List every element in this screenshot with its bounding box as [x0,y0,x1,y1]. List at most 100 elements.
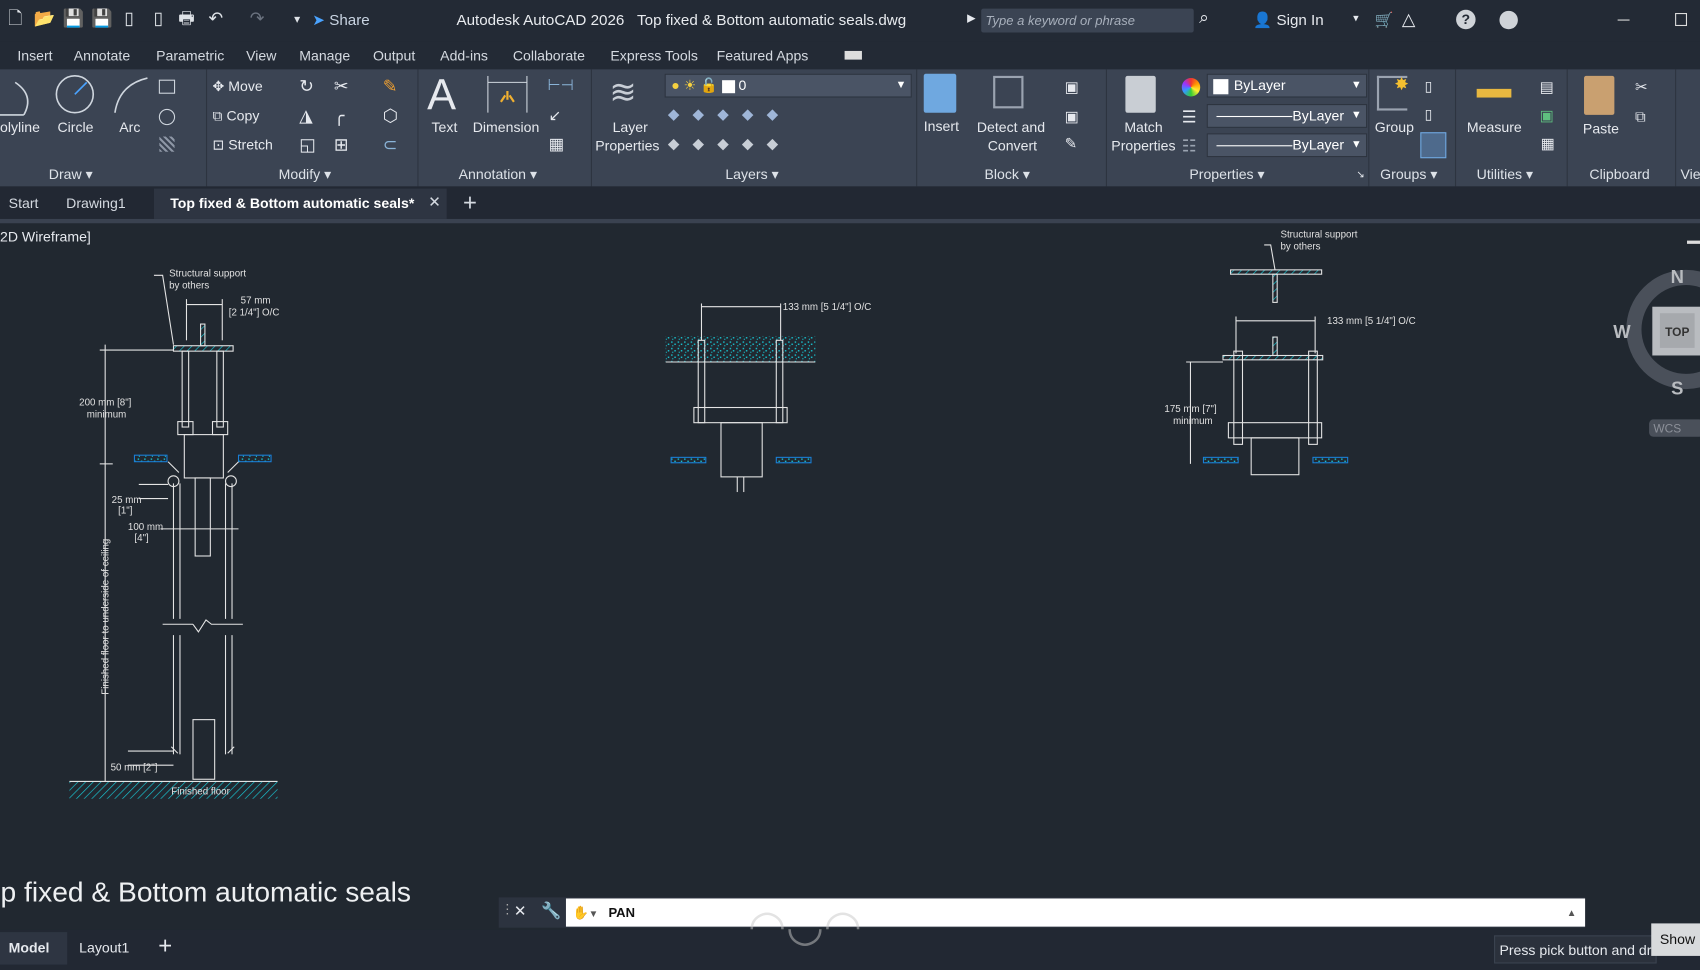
group-edit-icon[interactable]: ▯ [1425,106,1433,123]
block-panel-title[interactable]: Block ▾ [984,166,1029,183]
undo-icon[interactable]: ↶ [206,10,226,30]
layers-panel-title[interactable]: Layers ▾ [725,166,778,183]
tab-featured-apps[interactable]: Featured Apps [717,48,809,64]
properties-launcher-icon[interactable]: ↘ [1356,169,1364,181]
group-button[interactable]: Group [1375,119,1414,135]
scale-icon[interactable]: ◱ [299,134,315,156]
polyline-button[interactable]: olyline [0,119,40,135]
clipboard-panel-title[interactable]: Clipboard [1589,166,1649,182]
layer-tools-row-2[interactable]: ◆◆◆◆◆ [668,134,791,152]
new-tab-button[interactable]: + [463,189,477,217]
modify-panel-title[interactable]: Modify ▾ [279,166,332,183]
save-as-icon[interactable]: 💾 [91,10,113,30]
tab-express-tools[interactable]: Express Tools [610,48,697,64]
text-button[interactable]: Text [432,119,458,135]
recent-commands-icon[interactable]: ▼ [589,908,599,919]
close-command-icon[interactable]: ✕ [514,902,527,920]
sign-in-button[interactable]: 👤 Sign In [1253,11,1323,29]
command-history-icon[interactable]: ▲ [1567,898,1577,926]
groups-panel-title[interactable]: Groups ▾ [1380,166,1437,183]
expand-icon[interactable]: ▶ [967,13,975,25]
open-mobile-icon[interactable]: ▯ [119,10,139,30]
ungroup-icon[interactable]: ▯ [1425,78,1433,95]
tab-insert[interactable]: Insert [17,48,52,64]
view-panel-title[interactable]: Vie [1681,166,1700,182]
share-button[interactable]: ➤ Share [312,11,369,29]
plot-icon[interactable]: 🖶 [177,10,197,30]
tab-annotate[interactable]: Annotate [74,48,130,64]
edit-block-icon[interactable]: ▣ [1065,107,1079,125]
explode-icon[interactable]: ⬡ [383,105,398,127]
move-button[interactable]: ✥ Move [213,78,263,95]
tab-start[interactable]: Start [9,195,39,211]
layer-properties-button[interactable]: Layer [613,119,648,135]
tab-manage[interactable]: Manage [299,48,350,64]
offset-icon[interactable]: ⊂ [383,134,398,156]
array-icon[interactable]: ⊞ [334,134,349,156]
text-icon[interactable]: A [427,72,456,121]
table-icon[interactable]: ▦ [549,134,564,153]
layer-dropdown[interactable]: ● ☀ 🔓 0 ▼ [664,73,912,98]
utilities-panel-title[interactable]: Utilities ▾ [1477,166,1533,183]
group-selection-toggle[interactable] [1420,132,1447,159]
viewcube[interactable]: TOP N S W WCS [1613,240,1700,437]
cart-icon[interactable]: 🛒 [1375,11,1394,29]
customize-qat-icon[interactable]: ▾ [287,10,307,30]
tab-model[interactable]: Model [9,940,50,956]
edit-attributes-icon[interactable]: ✎ [1065,134,1078,152]
properties-panel-title[interactable]: Properties ▾ [1189,166,1264,183]
tab-active-drawing[interactable]: Top fixed & Bottom automatic seals* [170,195,414,211]
show-button[interactable]: Show [1651,923,1700,956]
command-input[interactable]: ✋▼ PAN ▲ [565,898,1586,927]
add-layout-button[interactable]: + [158,932,172,960]
color-dropdown[interactable]: ByLayer ▼ [1206,73,1368,98]
leader-icon[interactable]: ↙ [549,106,562,124]
customize-wrench-icon[interactable]: 🔧 [541,901,561,920]
select-all-icon[interactable]: ▣ [1540,106,1554,124]
match-properties-button[interactable]: Match [1124,119,1162,135]
dimension-button[interactable]: Dimension [473,119,540,135]
tab-layout1[interactable]: Layout1 [79,940,129,956]
detect-convert-button[interactable]: Detect and [977,119,1045,135]
save-icon[interactable]: 💾 [63,10,85,30]
lineweight-dropdown[interactable]: ByLayer ▼ [1206,104,1368,128]
trim-icon[interactable]: ✂ [334,76,349,98]
quick-select-icon[interactable]: ▤ [1540,78,1554,96]
stretch-button[interactable]: ⊡ Stretch [213,137,273,154]
search-input[interactable]: Type a keyword or phrase [981,8,1194,33]
circle-button[interactable]: Circle [57,119,93,135]
sign-in-dropdown-icon[interactable]: ▾ [1353,13,1358,25]
draw-panel-title[interactable]: Draw ▾ [49,166,93,183]
calculator-icon[interactable]: ▦ [1541,134,1555,152]
copy-clip-icon[interactable]: ⧉ [1635,107,1646,125]
layer-tools-row-1[interactable]: ◆◆◆◆◆ [668,105,791,123]
open-file-icon[interactable]: 📂 [34,10,56,30]
minimize-button[interactable] [1617,19,1630,21]
tab-add-ins[interactable]: Add-ins [440,48,488,64]
maximize-button[interactable] [1675,13,1688,27]
linetype-dropdown[interactable]: ByLayer ▼ [1206,133,1368,158]
autodesk-icon[interactable]: △ [1402,9,1415,31]
help-icon[interactable]: ? [1456,9,1476,30]
feedback-icon[interactable] [1499,10,1518,30]
linear-dimension-icon[interactable]: ⊢⊣ [548,76,574,94]
tab-drawing1[interactable]: Drawing1 [66,195,126,211]
measure-button[interactable]: Measure [1467,119,1522,135]
arc-button[interactable]: Arc [119,119,140,135]
rotate-icon[interactable]: ↻ [299,76,314,98]
hatch-icon[interactable] [159,136,175,152]
mirror-icon[interactable]: ◮ [299,105,312,127]
ribbon-state-toggle[interactable] [844,50,862,60]
command-grip-handle[interactable]: ⋮ [501,902,514,917]
fillet-icon[interactable]: ╭ [334,105,344,127]
paste-button[interactable]: Paste [1583,120,1619,136]
new-file-icon[interactable]: 🗋 [5,10,25,30]
erase-icon[interactable]: ✎ [383,76,398,98]
create-block-icon[interactable]: ▣ [1065,78,1079,96]
tab-parametric[interactable]: Parametric [156,48,224,64]
tab-view[interactable]: View [246,48,276,64]
tab-output[interactable]: Output [373,48,415,64]
cut-icon[interactable]: ✂ [1635,78,1648,96]
copy-button[interactable]: ⧉ Copy [213,107,260,124]
insert-button[interactable]: Insert [924,118,959,134]
